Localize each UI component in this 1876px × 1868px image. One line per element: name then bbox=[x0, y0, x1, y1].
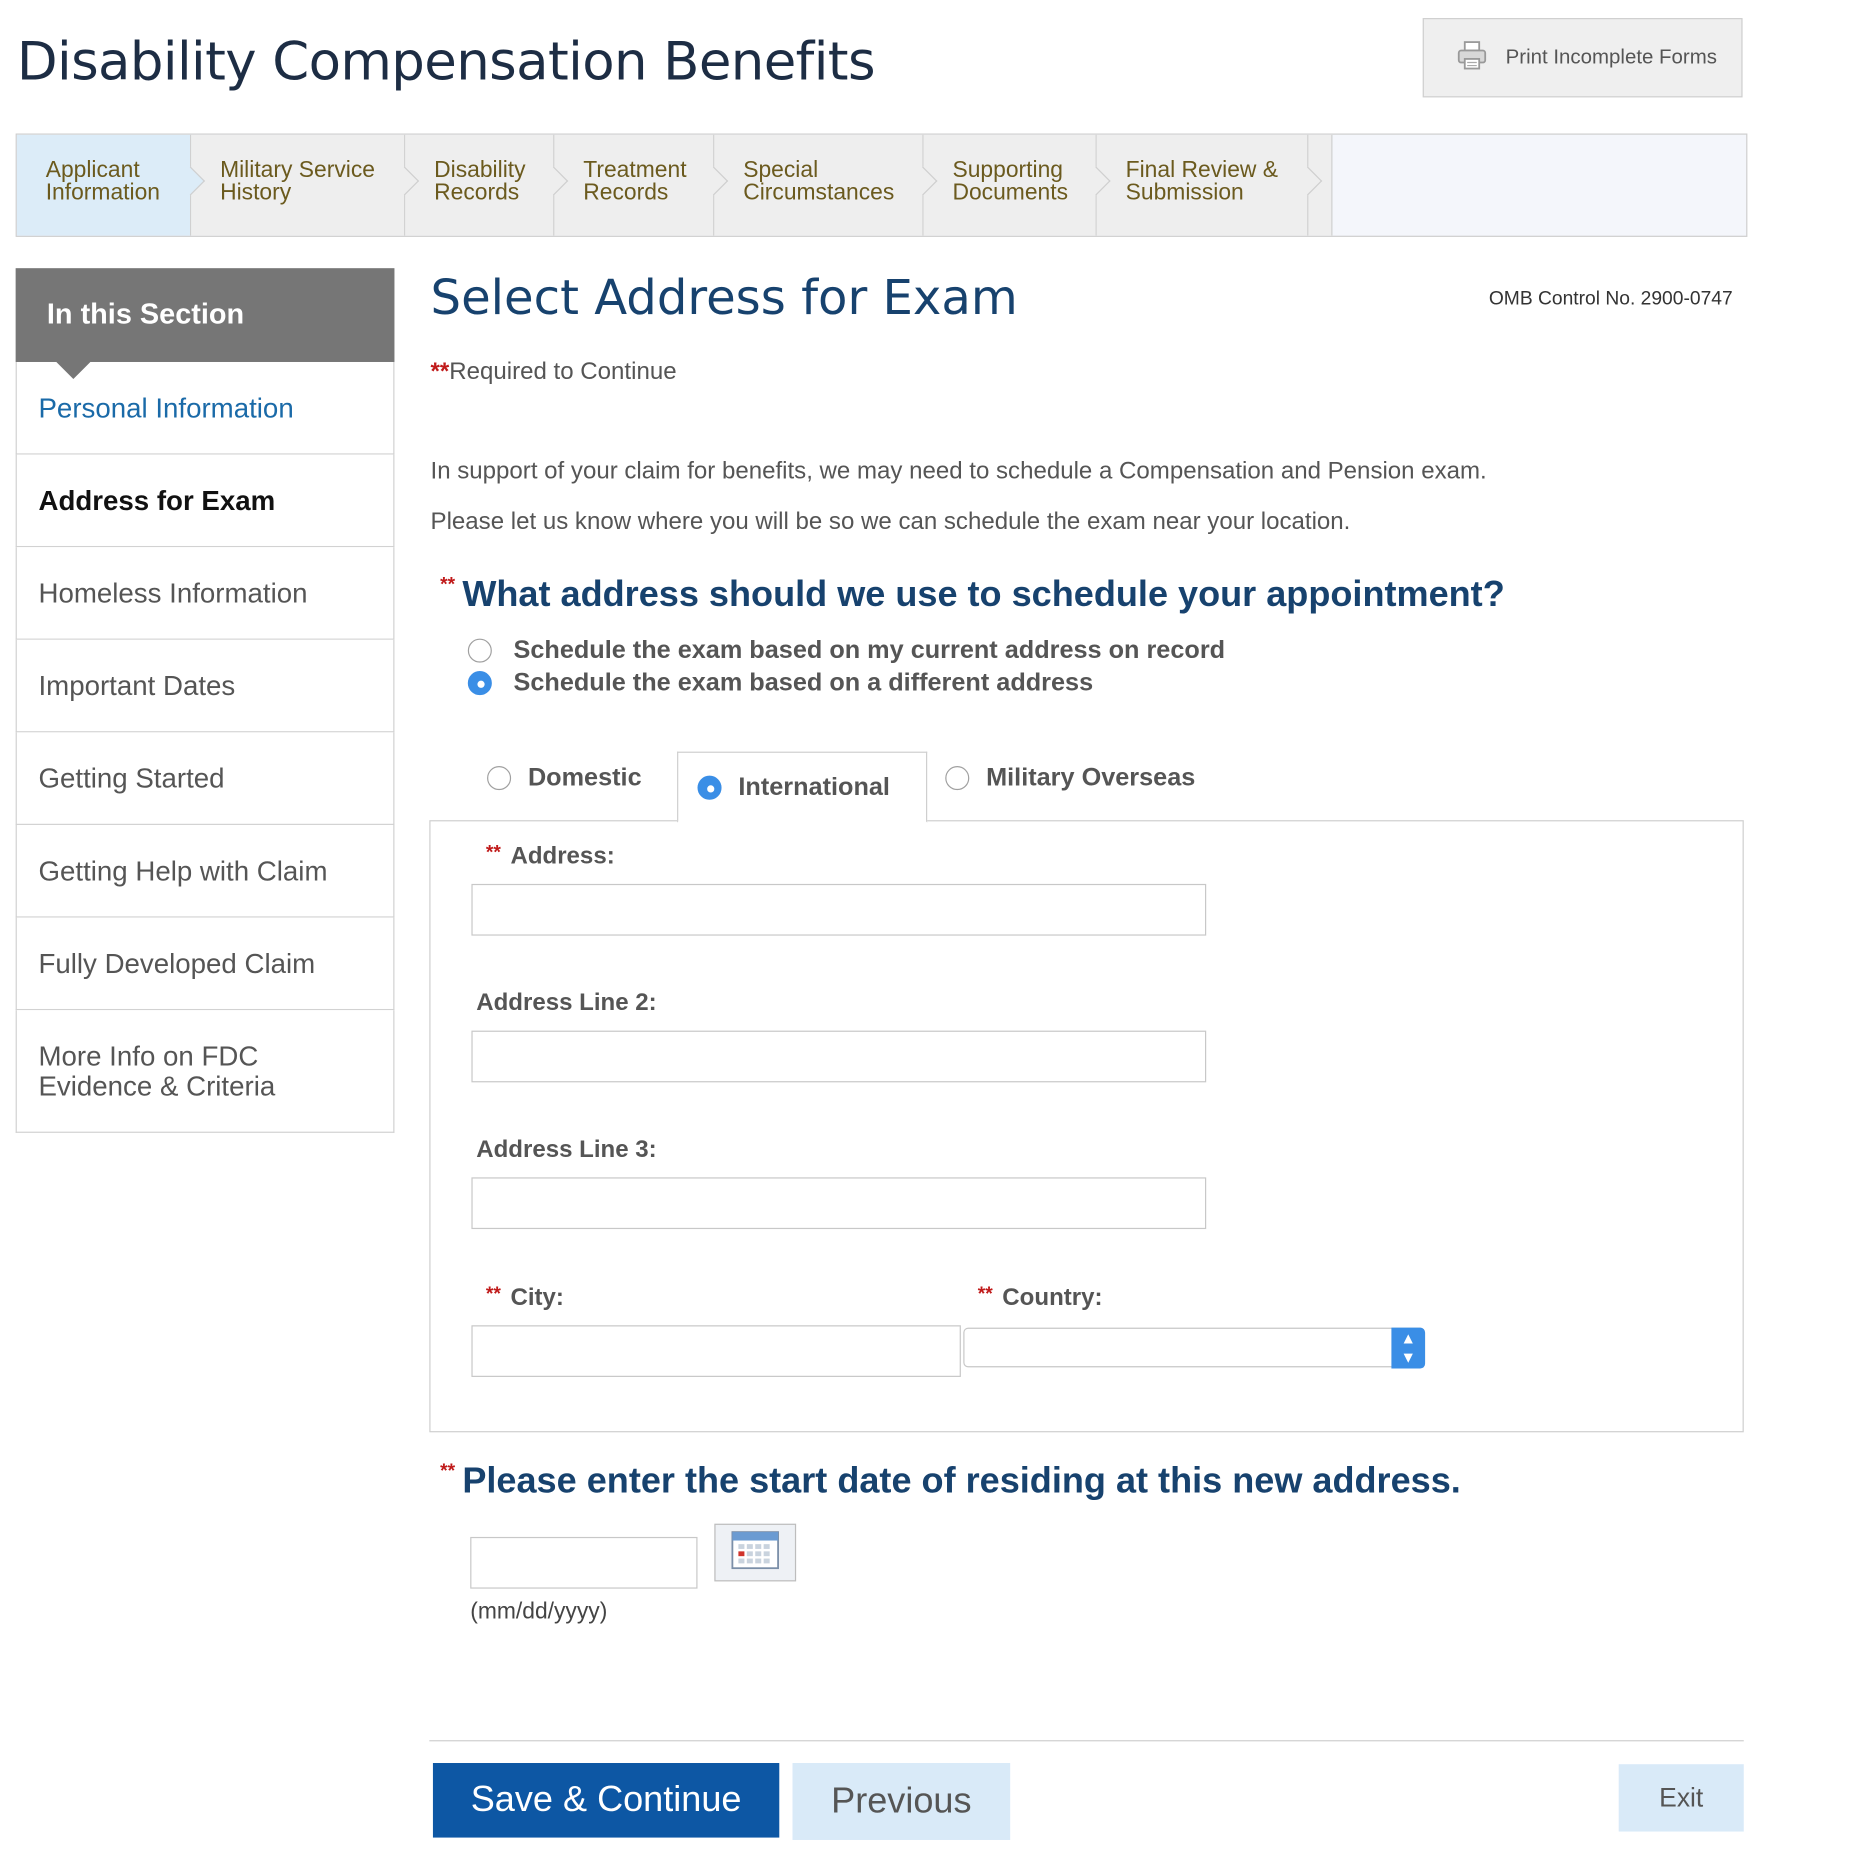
required-marker: ** bbox=[485, 1284, 501, 1305]
intro-text-2: Please let us know where you will be so … bbox=[430, 508, 1351, 536]
required-marker: ** bbox=[440, 574, 456, 596]
sidebar-item-getting-started[interactable]: Getting Started bbox=[15, 732, 395, 825]
radio-military-overseas[interactable] bbox=[945, 766, 970, 791]
exit-button[interactable]: Exit bbox=[1618, 1764, 1744, 1832]
sidebar-item-important-dates[interactable]: Important Dates bbox=[15, 639, 395, 733]
previous-button[interactable]: Previous bbox=[792, 1763, 1011, 1840]
step-supporting-documents[interactable]: Supporting Documents bbox=[923, 134, 1111, 236]
footer-divider bbox=[429, 1740, 1744, 1742]
step-applicant-information[interactable]: Applicant Information bbox=[16, 134, 206, 236]
option-label: Schedule the exam based on a different a… bbox=[513, 668, 1094, 697]
step-label: Military Service History bbox=[220, 157, 375, 206]
city-input[interactable] bbox=[471, 1325, 961, 1377]
start-date-input[interactable] bbox=[470, 1536, 698, 1589]
city-label: ** City: bbox=[486, 1284, 564, 1312]
required-marker: ** bbox=[430, 358, 450, 385]
sidebar-item-fully-developed-claim[interactable]: Fully Developed Claim bbox=[15, 917, 395, 1011]
step-military-service-history[interactable]: Military Service History bbox=[191, 134, 420, 236]
sidebar-heading: In this Section bbox=[15, 268, 395, 379]
step-label: Disability Records bbox=[434, 157, 526, 206]
print-label: Print Incomplete Forms bbox=[1505, 45, 1717, 69]
address-question: ** What address should we use to schedule… bbox=[440, 575, 1505, 616]
option-different-address[interactable]: Schedule the exam based on a different a… bbox=[467, 668, 1094, 698]
section-heading: Select Address for Exam bbox=[430, 270, 1018, 326]
option-label: Schedule the exam based on my current ad… bbox=[513, 636, 1226, 664]
tab-domestic[interactable]: Domestic bbox=[487, 764, 642, 793]
step-final-review-submission[interactable]: Final Review & Submission bbox=[1096, 134, 1323, 236]
date-format-hint: (mm/dd/yyyy) bbox=[470, 1599, 608, 1625]
required-note: **Required to Continue bbox=[431, 358, 677, 386]
print-incomplete-forms-button[interactable]: Print Incomplete Forms bbox=[1422, 18, 1743, 98]
start-date-question-text: Please enter the start date of residing … bbox=[462, 1461, 1461, 1501]
address-line-3-label: Address Line 3: bbox=[476, 1136, 657, 1163]
step-label: Final Review & Submission bbox=[1125, 157, 1279, 206]
step-label: Supporting Documents bbox=[952, 157, 1069, 206]
step-disability-records[interactable]: Disability Records bbox=[405, 134, 569, 236]
address-line-2-label: Address Line 2: bbox=[476, 989, 657, 1017]
step-treatment-records[interactable]: Treatment Records bbox=[554, 134, 729, 236]
country-label: ** Country: bbox=[978, 1284, 1103, 1312]
radio-domestic[interactable] bbox=[487, 766, 512, 791]
radio-different-address[interactable] bbox=[467, 671, 492, 696]
sidebar-heading-label: In this Section bbox=[46, 298, 245, 331]
page-title: Disability Compensation Benefits bbox=[16, 31, 876, 93]
radio-international[interactable] bbox=[697, 775, 722, 800]
sidebar-item-fdc-evidence[interactable]: More Info on FDC Evidence & Criteria bbox=[15, 1010, 395, 1133]
intro-text-1: In support of your claim for benefits, w… bbox=[430, 458, 1487, 485]
calendar-button[interactable] bbox=[714, 1523, 797, 1582]
save-continue-button[interactable]: Save & Continue bbox=[432, 1763, 780, 1838]
step-label: Special Circumstances bbox=[743, 157, 895, 206]
address-question-text: What address should we use to schedule y… bbox=[462, 574, 1505, 615]
address-input[interactable] bbox=[471, 883, 1207, 936]
calendar-icon bbox=[731, 1530, 779, 1574]
sidebar-item-homeless-information[interactable]: Homeless Information bbox=[15, 547, 395, 640]
tab-international[interactable]: International bbox=[677, 751, 928, 823]
required-marker: ** bbox=[485, 843, 501, 864]
radio-current-address[interactable] bbox=[467, 638, 492, 663]
country-select[interactable]: ▲ ▼ bbox=[963, 1327, 1426, 1369]
required-marker: ** bbox=[977, 1284, 993, 1305]
tab-military-overseas[interactable]: Military Overseas bbox=[945, 764, 1195, 793]
step-special-circumstances[interactable]: Special Circumstances bbox=[714, 134, 938, 236]
option-current-address[interactable]: Schedule the exam based on my current ad… bbox=[467, 636, 1226, 665]
tab-label: International bbox=[738, 772, 890, 801]
sidebar-item-getting-help[interactable]: Getting Help with Claim bbox=[15, 824, 395, 918]
step-label: Applicant Information bbox=[45, 157, 161, 206]
address-line-3-input[interactable] bbox=[471, 1177, 1207, 1230]
step-label: Treatment Records bbox=[583, 157, 687, 206]
city-label-text: City: bbox=[510, 1284, 564, 1311]
omb-control-number: OMB Control No. 2900-0747 bbox=[1488, 288, 1733, 310]
sidebar-item-address-for-exam[interactable]: Address for Exam bbox=[15, 454, 395, 548]
address-label-text: Address: bbox=[510, 843, 615, 870]
tab-label: Military Overseas bbox=[986, 763, 1196, 792]
section-sidebar: In this Section Personal Information Add… bbox=[15, 268, 395, 1133]
address-label: ** Address: bbox=[486, 843, 615, 871]
start-date-question: ** Please enter the start date of residin… bbox=[440, 1461, 1461, 1502]
address-line-2-input[interactable] bbox=[471, 1030, 1207, 1083]
progress-steps: Applicant Information Military Service H… bbox=[15, 133, 1748, 237]
required-text: Required to Continue bbox=[449, 358, 677, 385]
printer-icon bbox=[1455, 38, 1489, 78]
country-label-text: Country: bbox=[1002, 1284, 1103, 1311]
required-marker: ** bbox=[440, 1461, 456, 1482]
select-arrows-icon[interactable]: ▲ ▼ bbox=[1391, 1327, 1426, 1369]
tab-label: Domestic bbox=[527, 763, 642, 792]
